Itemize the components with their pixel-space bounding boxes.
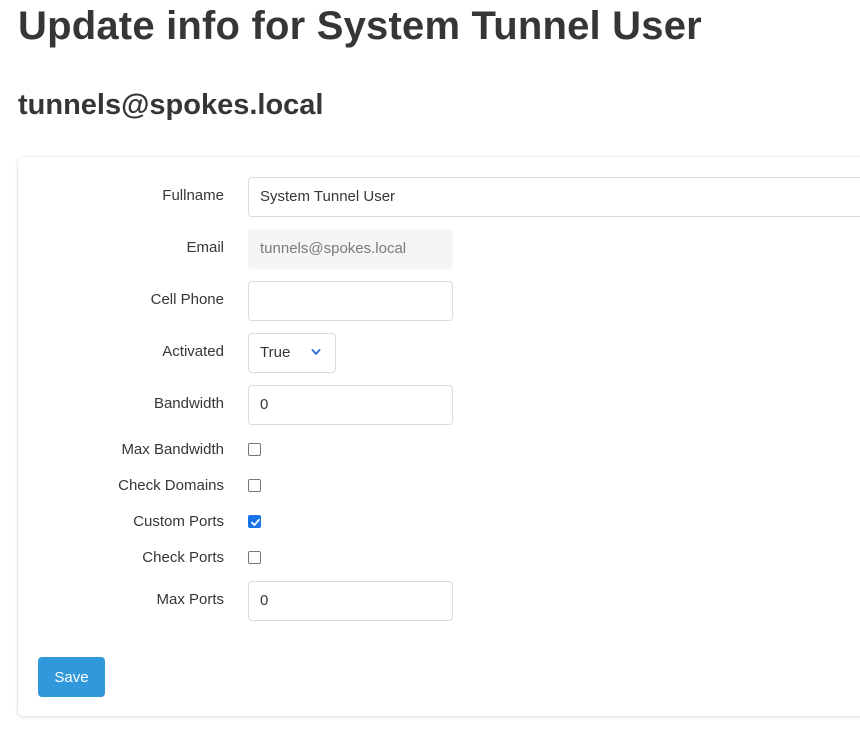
activated-select-value: True (260, 344, 291, 361)
fullname-label: Fullname (162, 187, 224, 204)
email-label: Email (186, 239, 224, 256)
bandwidth-label: Bandwidth (153, 395, 224, 412)
max-bandwidth-checkbox[interactable] (248, 443, 261, 456)
activated-select[interactable]: True (248, 333, 336, 373)
check-domains-checkbox[interactable] (248, 479, 261, 492)
user-form-card: Fullname System Tunnel User Email tunnel… (18, 157, 860, 716)
custom-ports-checkbox[interactable] (248, 515, 261, 528)
max-bandwidth-label: Max Bandwidth (121, 441, 224, 458)
checkmark-icon (251, 518, 260, 526)
max-ports-label: Max Ports (156, 591, 224, 608)
check-domains-label: Check Domains (118, 477, 224, 494)
activated-label: Activated (162, 343, 224, 360)
chevron-down-icon (311, 349, 321, 355)
user-email-heading: tunnels@spokes.local (18, 89, 324, 121)
fullname-input[interactable]: System Tunnel User (248, 177, 860, 217)
check-ports-checkbox[interactable] (248, 551, 261, 564)
cell-phone-label: Cell Phone (150, 291, 224, 308)
custom-ports-label: Custom Ports (133, 513, 224, 530)
page-title: Update info for System Tunnel User (18, 4, 702, 48)
save-button[interactable]: Save (38, 657, 105, 697)
check-ports-label: Check Ports (142, 549, 224, 566)
cell-phone-input[interactable] (248, 281, 453, 321)
bandwidth-input[interactable]: 0 (248, 385, 453, 425)
email-input: tunnels@spokes.local (248, 229, 453, 269)
max-ports-input[interactable]: 0 (248, 581, 453, 621)
